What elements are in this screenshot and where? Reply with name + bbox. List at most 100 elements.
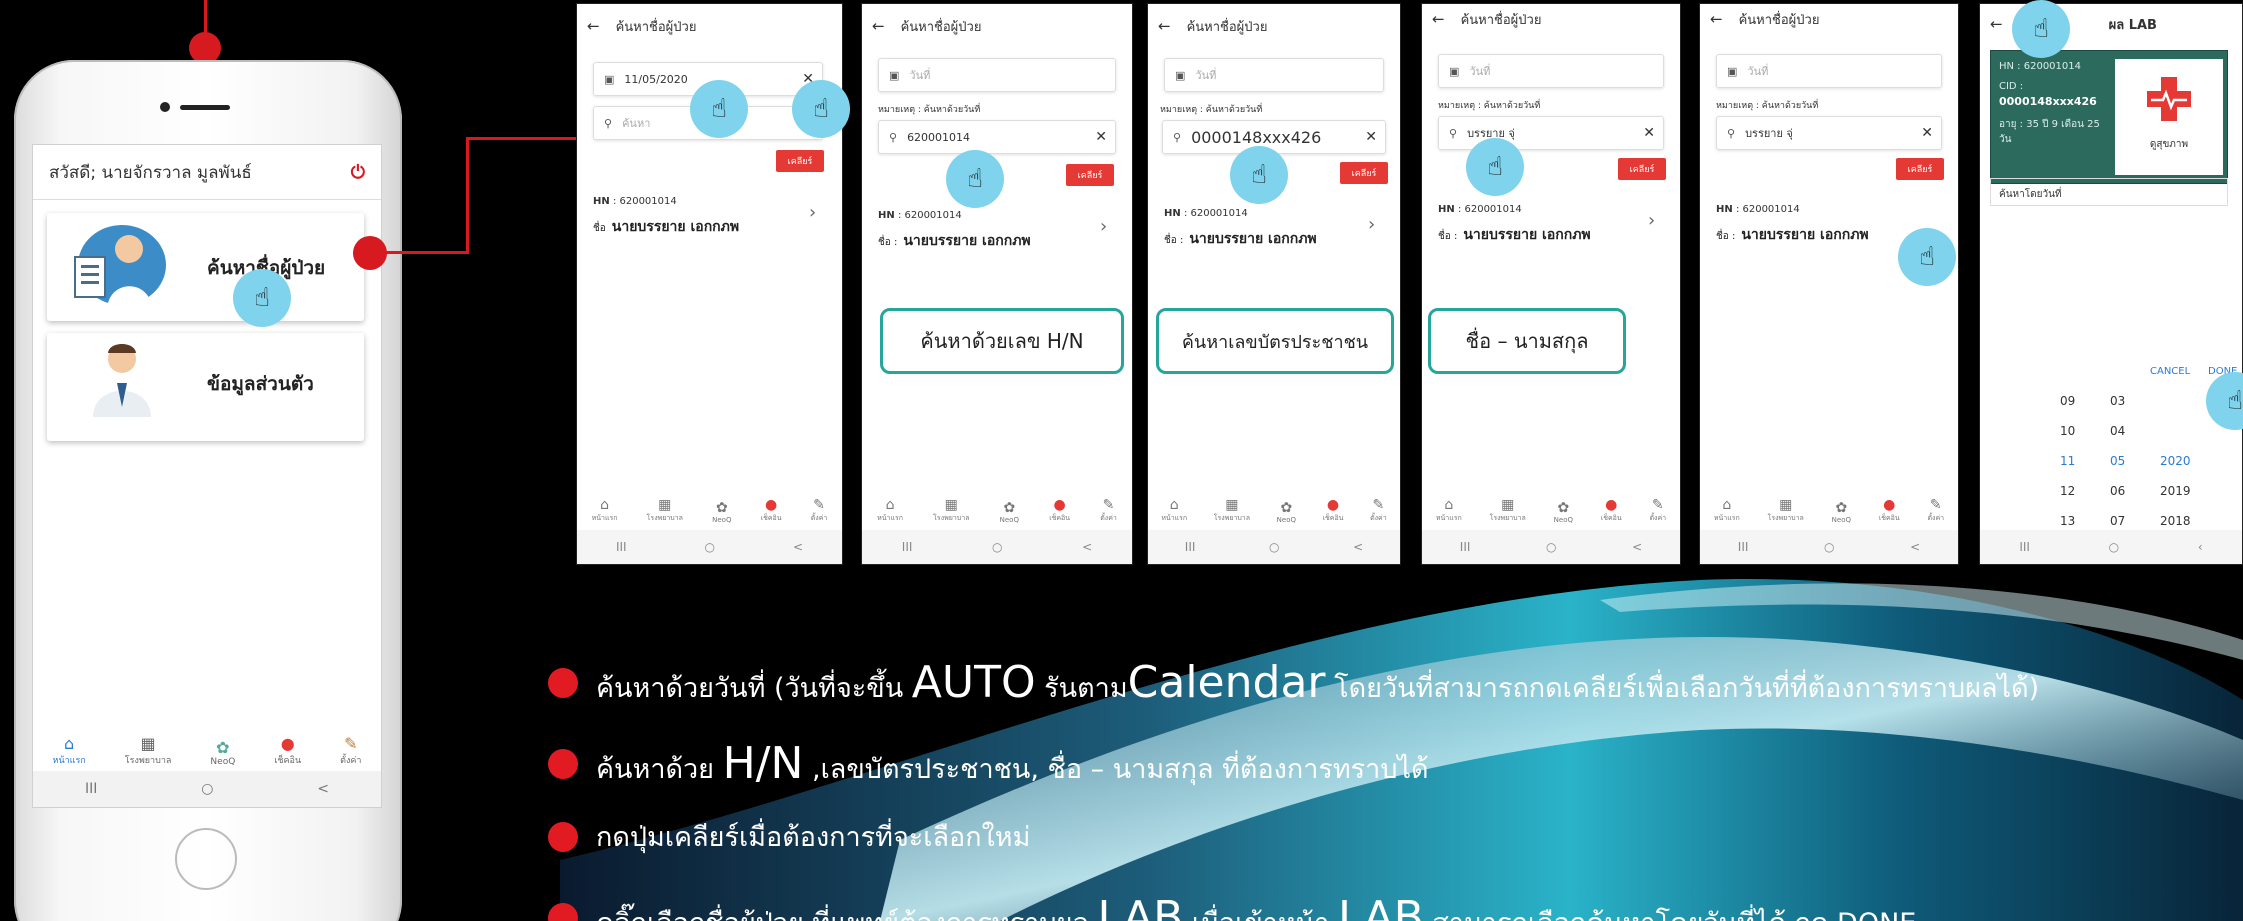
patient-name-row[interactable]: ชื่อ : นายบรรยาย เอกกภพ <box>1716 224 1869 246</box>
clear-button[interactable]: เคลียร์ <box>776 150 824 172</box>
date-field[interactable]: ▣ วันที่ <box>878 58 1116 92</box>
recent-apps-button[interactable]: III <box>2019 540 2030 554</box>
back-arrow-icon[interactable]: ← <box>872 17 885 35</box>
nav-item[interactable]: ▦ โรงพยาบาล <box>1490 497 1526 524</box>
search-input[interactable]: ⚲ บรรยาย จุ่ ✕ <box>1438 116 1664 150</box>
picker-cell[interactable]: 2018 <box>2160 514 2200 528</box>
nav-checkin[interactable]: ● เช็คอิน <box>274 735 301 767</box>
back-arrow-icon[interactable]: ← <box>1432 10 1445 28</box>
back-button[interactable]: < <box>317 781 329 797</box>
search-input[interactable]: ⚲ บรรยาย จุ่ ✕ <box>1716 116 1942 150</box>
back-arrow-icon[interactable]: ← <box>1990 15 2003 33</box>
nav-settings[interactable]: ✎ ตั้งค่า <box>340 735 361 767</box>
nav-item[interactable]: ✿ NeoQ <box>1000 500 1019 524</box>
health-button[interactable]: ดูสุขภาพ <box>2115 59 2223 175</box>
nav-item[interactable]: ● เช็คอิน <box>761 497 782 524</box>
date-field[interactable]: ▣ วันที่ <box>1716 54 1942 88</box>
picker-cell[interactable]: 05 <box>2110 454 2150 468</box>
chevron-right-icon[interactable]: › <box>809 202 816 223</box>
clear-button[interactable]: เคลียร์ <box>1340 162 1388 184</box>
power-icon[interactable]: ⏻ <box>351 162 365 183</box>
cancel-button[interactable]: CANCEL <box>2150 366 2190 377</box>
back-arrow-icon[interactable]: ← <box>1158 17 1171 35</box>
nav-item[interactable]: ✎ ตั้งค่า <box>1649 497 1666 524</box>
nav-item[interactable]: ⌂ หน้าแรก <box>1161 497 1187 524</box>
nav-item[interactable]: ✿ NeoQ <box>1832 500 1851 524</box>
back-button[interactable]: ‹ <box>2198 540 2203 554</box>
back-button[interactable]: < <box>1082 540 1092 554</box>
nav-item[interactable]: ● เช็คอิน <box>1601 497 1622 524</box>
recent-apps-button[interactable]: III <box>902 540 913 554</box>
picker-cell[interactable]: 03 <box>2110 394 2150 408</box>
picker-cell[interactable]: 2019 <box>2160 484 2200 498</box>
recent-apps-button[interactable]: III <box>1460 540 1471 554</box>
picker-cell[interactable]: 13 <box>2060 514 2100 528</box>
recent-apps-button[interactable]: III <box>1185 540 1196 554</box>
nav-item[interactable]: ✎ ตั้งค่า <box>1927 497 1944 524</box>
picker-row[interactable]: 11 05 2020 <box>2060 446 2200 476</box>
nav-item[interactable]: ● เช็คอิน <box>1049 497 1070 524</box>
clear-button[interactable]: เคลียร์ <box>1618 158 1666 180</box>
search-input[interactable]: ⚲ 620001014 ✕ <box>878 120 1116 154</box>
back-button[interactable]: < <box>1910 540 1920 554</box>
nav-item[interactable]: ▦ โรงพยาบาล <box>933 497 969 524</box>
clear-x-icon[interactable]: ✕ <box>1095 129 1107 145</box>
back-button[interactable]: < <box>1353 540 1363 554</box>
picker-row[interactable]: 09 03 <box>2060 386 2200 416</box>
clear-button[interactable]: เคลียร์ <box>1896 158 1944 180</box>
picker-cell[interactable]: 2020 <box>2160 454 2200 468</box>
picker-cell[interactable]: 10 <box>2060 424 2100 438</box>
picker-cell[interactable]: 07 <box>2110 514 2150 528</box>
home-button[interactable]: ○ <box>1546 540 1556 554</box>
chevron-right-icon[interactable]: › <box>1100 216 1107 237</box>
clear-button[interactable]: เคลียร์ <box>1066 164 1114 186</box>
patient-name-row[interactable]: ชื่อ : นายบรรยาย เอกกภพ <box>1164 228 1317 250</box>
nav-neoq[interactable]: ✿ NeoQ <box>210 739 235 768</box>
recent-apps-button[interactable]: III <box>85 781 97 797</box>
clear-x-icon[interactable]: ✕ <box>1643 125 1655 141</box>
home-button[interactable]: ○ <box>201 781 213 797</box>
clear-x-icon[interactable]: ✕ <box>1365 129 1377 145</box>
home-button[interactable]: ○ <box>1269 540 1279 554</box>
patient-name-row[interactable]: ชื่อ : นายบรรยาย เอกกภพ <box>1438 224 1591 246</box>
phone-home-button[interactable] <box>175 828 237 890</box>
home-button[interactable]: ○ <box>2109 540 2119 554</box>
nav-item[interactable]: ⌂ หน้าแรก <box>877 497 903 524</box>
nav-item[interactable]: ▦ โรงพยาบาล <box>1214 497 1250 524</box>
patient-name-row[interactable]: ชื่อ : นายบรรยาย เอกกภพ <box>878 230 1031 252</box>
recent-apps-button[interactable]: III <box>1738 540 1749 554</box>
nav-item[interactable]: ✎ ตั้งค่า <box>1370 497 1387 524</box>
nav-item[interactable]: ⌂ หน้าแรก <box>592 497 618 524</box>
date-search-field[interactable]: ค้นหาโดยวันที่ <box>1990 178 2228 206</box>
nav-item[interactable]: ✿ NeoQ <box>712 500 731 524</box>
patient-name-row[interactable]: ชื่อ นายบรรยาย เอกกภพ <box>593 216 739 238</box>
home-button[interactable]: ○ <box>992 540 1002 554</box>
picker-row[interactable]: 10 04 <box>2060 416 2200 446</box>
picker-cell[interactable]: 11 <box>2060 454 2100 468</box>
nav-item[interactable]: ● เช็คอิน <box>1879 497 1900 524</box>
picker-cell[interactable]: 06 <box>2110 484 2150 498</box>
date-field[interactable]: ▣ วันที่ <box>1164 58 1384 92</box>
nav-item[interactable]: ✿ NeoQ <box>1554 500 1573 524</box>
nav-item[interactable]: ✎ ตั้งค่า <box>1100 497 1117 524</box>
profile-card[interactable]: ข้อมูลส่วนตัว <box>47 333 364 441</box>
nav-item[interactable]: ⌂ หน้าแรก <box>1436 497 1462 524</box>
home-button[interactable]: ○ <box>705 540 715 554</box>
recent-apps-button[interactable]: III <box>616 540 627 554</box>
chevron-right-icon[interactable]: › <box>1368 214 1375 235</box>
picker-cell[interactable]: 09 <box>2060 394 2100 408</box>
chevron-right-icon[interactable]: › <box>1648 210 1655 231</box>
picker-cell[interactable]: 12 <box>2060 484 2100 498</box>
nav-hospital[interactable]: ▦ โรงพยาบาล <box>125 735 172 767</box>
search-patient-card[interactable]: ค้นหาชื่อผู้ป่วย <box>47 213 364 321</box>
nav-item[interactable]: ✎ ตั้งค่า <box>811 497 828 524</box>
nav-item[interactable]: ● เช็คอิน <box>1323 497 1344 524</box>
back-button[interactable]: < <box>793 540 803 554</box>
clear-x-icon[interactable]: ✕ <box>1921 125 1933 141</box>
back-arrow-icon[interactable]: ← <box>1710 10 1723 28</box>
nav-item[interactable]: ⌂ หน้าแรก <box>1714 497 1740 524</box>
search-input[interactable]: ⚲ 0000148xxx426 ✕ <box>1162 120 1386 154</box>
picker-row[interactable]: 12 06 2019 <box>2060 476 2200 506</box>
nav-item[interactable]: ▦ โรงพยาบาล <box>1768 497 1804 524</box>
nav-item[interactable]: ▦ โรงพยาบาล <box>647 497 683 524</box>
